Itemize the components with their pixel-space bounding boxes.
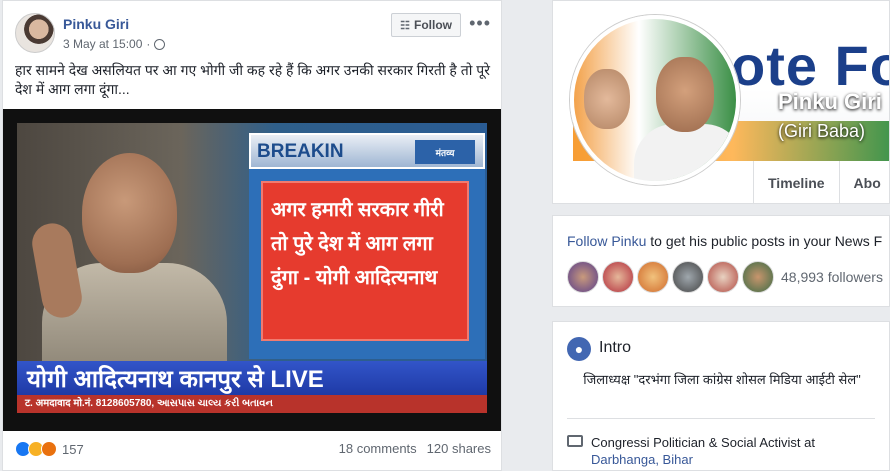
globe-icon [154,38,166,50]
follow-prompt-text: to get his public posts in your News F [646,233,883,249]
profile-tabs: Timeline Abo [753,161,889,203]
post-timestamp[interactable]: 3 May at 15:00 [63,37,142,51]
angry-reaction-icon [41,441,57,457]
intro-card: ● Intro जिलाध्यक्ष "दरभंगा जिला कांग्रेस… [552,321,890,471]
post-image[interactable]: BREAKIN मंतव्य अगर हमारी सरकार गीरी तो प… [3,109,501,431]
follow-link[interactable]: Follow Pinku [567,233,646,249]
profile-alternate-name: (Giri Baba) [778,121,866,141]
post-text: हार सामने देख असलियत पर आ गए भोगी जी कह … [15,62,490,97]
follower-avatar[interactable] [707,261,739,293]
follower-avatar[interactable] [742,261,774,293]
globe-icon: ● [567,337,591,361]
engagement-counts: 18 comments 120 shares [339,441,491,456]
shares-link[interactable]: 120 shares [427,441,491,456]
follow-prompt: Follow Pinku to get his public posts in … [567,233,882,249]
work-title: Congressi Politician & Social Activist a… [591,435,815,450]
breaking-banner: BREAKIN मंतव्य [249,133,485,169]
follow-button-label: Follow [414,18,452,32]
breaking-label: BREAKIN [257,141,344,162]
post-meta: 3 May at 15:00 · [63,37,166,51]
rss-icon: ☷ [400,19,410,32]
more-options-icon[interactable]: ••• [469,13,491,34]
news-ticker: योगी आदित्यनाथ कानपुर से LIVE [17,361,487,395]
headline-text: अगर हमारी सरकार गीरी तो पुरे देश में आग … [271,199,444,289]
follower-avatars [567,261,774,293]
follower-avatar[interactable] [672,261,704,293]
speaker-hand [29,220,85,321]
profile-header: ote Fo Pinku Giri (Giri Baba) Timeline A… [552,0,890,204]
reactions-summary[interactable]: 157 [15,441,84,457]
follow-card: Follow Pinku to get his public posts in … [552,215,890,307]
profile-picture-shirt [634,124,736,181]
profile-picture[interactable] [570,15,740,185]
tv-screen: BREAKIN मंतव्य अगर हमारी सरकार गीरी तो प… [17,123,487,413]
info-strip: ट. अमदावाद मो.नं. 8128605780, આસપાસ ચાલ્… [17,395,487,413]
meta-separator: · [146,37,151,51]
follower-avatar[interactable] [637,261,669,293]
post-footer: 157 18 comments 120 shares [15,441,491,461]
follow-button[interactable]: ☷ Follow [391,13,461,37]
followers-count: 48,993 followers [781,269,883,285]
profile-picture-inset-face [584,69,630,129]
ticker-text: योगी आदित्यनाथ कानपुर से LIVE [27,365,324,393]
comments-link[interactable]: 18 comments [339,441,417,456]
headline-panel: अगर हमारी सरकार गीरी तो पुरे देश में आग … [249,169,485,359]
speaker-figure [29,153,227,373]
author-name[interactable]: Pinku Giri [63,16,129,32]
profile-picture-face [656,57,714,132]
author-avatar[interactable] [15,13,55,53]
briefcase-icon [567,435,583,447]
intro-title: Intro [599,339,632,356]
tab-timeline[interactable]: Timeline [753,161,839,203]
follower-avatar[interactable] [602,261,634,293]
divider [567,418,875,419]
profile-name[interactable]: Pinku Giri [778,89,882,115]
speaker-head [82,153,177,273]
follower-avatar[interactable] [567,261,599,293]
channel-logo: मंतव्य [415,140,475,164]
tab-about[interactable]: Abo [838,161,889,203]
work-info: Congressi Politician & Social Activist a… [591,434,881,468]
headline-card: अगर हमारी सरकार गीरी तो पुरे देश में आग … [261,181,469,341]
post-header: Pinku Giri 3 May at 15:00 · ☷ Follow ••• [15,11,491,55]
work-place-link[interactable]: Darbhanga, Bihar [591,452,693,467]
intro-bio: जिलाध्यक्ष "दरभंगा जिला कांग्रेस शोसल मि… [583,372,861,387]
reactions-count: 157 [62,441,84,457]
post-card: Pinku Giri 3 May at 15:00 · ☷ Follow •••… [2,0,502,471]
